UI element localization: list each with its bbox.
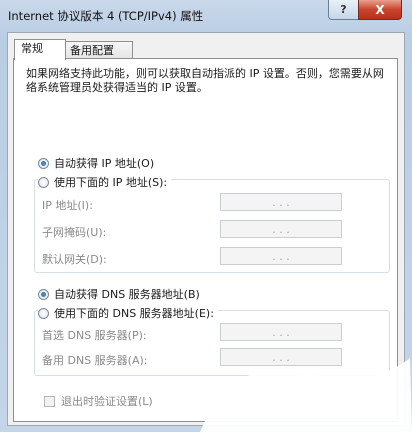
validate-on-exit-checkbox[interactable]: 退出时验证设置(L) xyxy=(44,393,153,409)
close-button[interactable]: X xyxy=(358,0,402,20)
ip-address-dots: . . . xyxy=(272,195,290,209)
radio-auto-ip-label: 自动获得 IP 地址(O) xyxy=(54,157,155,170)
dialog-window: Internet 协议版本 4 (TCP/IPv4) 属性 ? X 常规 备用配… xyxy=(0,0,412,432)
watermark-smudge xyxy=(200,358,412,432)
help-button[interactable]: ? xyxy=(328,0,359,20)
radio-button-icon xyxy=(38,176,49,188)
preferred-dns-input[interactable]: . . . xyxy=(220,323,342,341)
checkbox-icon xyxy=(44,395,55,407)
radio-manual-dns-label: 使用下面的 DNS 服务器地址(E): xyxy=(54,307,214,320)
default-gateway-label: 默认网关(D): xyxy=(42,253,107,266)
title-bar: Internet 协议版本 4 (TCP/IPv4) 属性 ? X xyxy=(0,0,412,30)
close-icon: X xyxy=(375,2,385,17)
radio-button-icon xyxy=(38,288,49,300)
radio-button-icon xyxy=(38,307,49,319)
preferred-dns-dots: . . . xyxy=(272,325,290,339)
tab-alternate-config-label: 备用配置 xyxy=(70,44,114,57)
validate-on-exit-label: 退出时验证设置(L) xyxy=(61,395,153,408)
default-gateway-dots: . . . xyxy=(272,249,290,263)
help-icon: ? xyxy=(340,3,347,16)
subnet-mask-label: 子网掩码(U): xyxy=(42,226,107,239)
radio-manual-dns[interactable]: 使用下面的 DNS 服务器地址(E): xyxy=(38,305,218,321)
radio-manual-ip-label: 使用下面的 IP 地址(S): xyxy=(54,176,168,189)
subnet-mask-dots: . . . xyxy=(272,222,290,236)
window-title: Internet 协议版本 4 (TCP/IPv4) 属性 xyxy=(8,9,204,23)
radio-button-icon xyxy=(38,157,49,169)
tab-general-label: 常规 xyxy=(21,42,43,55)
ip-address-input[interactable]: . . . xyxy=(220,193,342,211)
subnet-mask-input[interactable]: . . . xyxy=(220,220,342,238)
radio-auto-dns[interactable]: 自动获得 DNS 服务器地址(B) xyxy=(38,286,200,302)
description-text: 如果网络支持此功能，则可以获取自动指派的 IP 设置。否则，您需要从网络系统管理… xyxy=(26,67,384,94)
alternate-dns-label: 备用 DNS 服务器(A): xyxy=(42,354,148,367)
ip-address-label: IP 地址(I): xyxy=(42,199,93,212)
tab-general[interactable]: 常规 xyxy=(14,39,66,60)
preferred-dns-label: 首选 DNS 服务器(P): xyxy=(42,329,147,342)
radio-auto-dns-label: 自动获得 DNS 服务器地址(B) xyxy=(54,288,200,301)
radio-auto-ip[interactable]: 自动获得 IP 地址(O) xyxy=(38,155,154,171)
radio-manual-ip[interactable]: 使用下面的 IP 地址(S): xyxy=(38,174,172,190)
default-gateway-input[interactable]: . . . xyxy=(220,247,342,265)
